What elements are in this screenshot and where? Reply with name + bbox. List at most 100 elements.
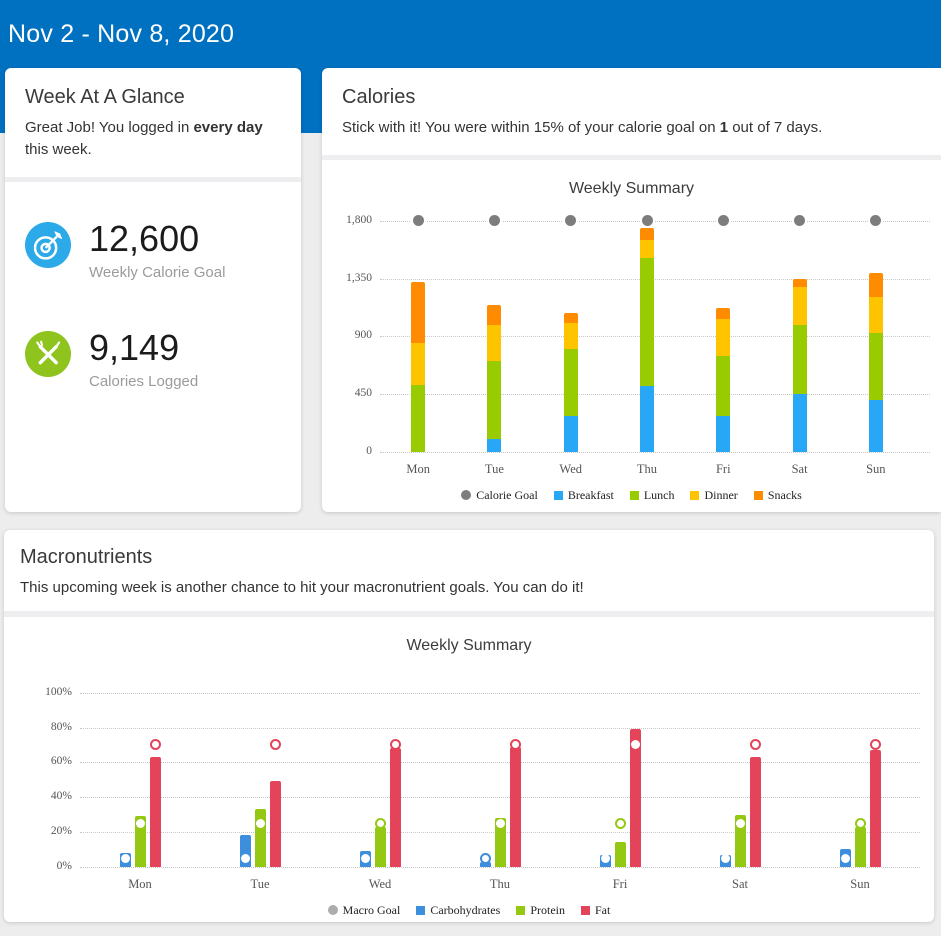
fat-goal-point-sat — [750, 739, 761, 750]
legend-label: Snacks — [768, 488, 802, 503]
legend-label: Fat — [595, 903, 610, 918]
x-axis-label-sun: Sun — [841, 462, 911, 477]
x-axis-label-sat: Sat — [765, 462, 835, 477]
x-axis-label-mon: Mon — [105, 877, 175, 892]
legend-marker-dinner — [690, 491, 699, 500]
x-axis-label-thu: Thu — [612, 462, 682, 477]
legend-item-snacks[interactable]: Snacks — [754, 488, 802, 503]
calories-stacked-bar-chart: 04509001,3501,800MonTueWedThuFriSatSun — [334, 204, 934, 484]
y-axis-tick-label: 1,800 — [334, 214, 372, 226]
legend-marker-fat — [581, 906, 590, 915]
legend-item-carbohydrates[interactable]: Carbohydrates — [416, 903, 500, 918]
y-axis-tick-label: 60% — [18, 755, 72, 767]
macro-card-header: Macronutrients This upcoming week is ano… — [4, 530, 934, 611]
protein-goal-point-sat — [736, 819, 745, 828]
protein-goal-point-thu — [496, 819, 505, 828]
stat-text: 9,149 Calories Logged — [89, 327, 198, 390]
gridline — [80, 728, 920, 729]
calories-card-header: Calories Stick with it! You were within … — [322, 68, 941, 155]
macro-grouped-bar-chart: 0%20%40%60%80%100%MonTueWedThuFriSatSun — [18, 657, 934, 897]
legend-item-breakfast[interactable]: Breakfast — [554, 488, 614, 503]
gridline — [80, 693, 920, 694]
glance-subtitle-bold: every day — [193, 119, 262, 136]
y-axis-tick-label: 40% — [18, 790, 72, 802]
calories-chart-legend: Calorie Goal Breakfast Lunch Dinner Snacks — [322, 488, 941, 503]
calories-subtitle-text: Stick with it! You were within 15% of yo… — [342, 119, 720, 136]
calories-subtitle-text-2: out of 7 days. — [728, 119, 822, 136]
dinner-bar-fri — [716, 319, 730, 356]
macro-subtitle: This upcoming week is another chance to … — [20, 577, 918, 599]
protein-bar-wed — [375, 827, 386, 867]
glance-card-header: Week At A Glance Great Job! You logged i… — [5, 68, 301, 177]
legend-item-macro-goal[interactable]: Macro Goal — [328, 903, 401, 918]
glance-title: Week At A Glance — [25, 86, 281, 109]
x-axis-label-tue: Tue — [225, 877, 295, 892]
gridline — [80, 867, 920, 868]
legend-label: Macro Goal — [343, 903, 401, 918]
weekly-calorie-goal-stat: 12,600 Weekly Calorie Goal — [25, 218, 301, 281]
x-axis-label-thu: Thu — [465, 877, 535, 892]
x-axis-label-wed: Wed — [536, 462, 606, 477]
fat-goal-point-sun — [870, 739, 881, 750]
legend-item-fat[interactable]: Fat — [581, 903, 610, 918]
fat-bar-fri — [630, 729, 641, 866]
protein-bar-tue — [255, 809, 266, 866]
y-axis-tick-label: 900 — [334, 329, 372, 341]
y-axis-tick-label: 20% — [18, 825, 72, 837]
protein-goal-point-mon — [136, 819, 145, 828]
fat-goal-point-tue — [270, 739, 281, 750]
fat-bar-sun — [870, 750, 881, 867]
x-axis-label-sun: Sun — [825, 877, 895, 892]
y-axis-tick-label: 100% — [18, 686, 72, 698]
legend-item-dinner[interactable]: Dinner — [690, 488, 737, 503]
legend-marker-breakfast — [554, 491, 563, 500]
y-axis-tick-label: 450 — [334, 387, 372, 399]
calories-logged-stat: 9,149 Calories Logged — [25, 327, 301, 390]
lunch-bar-tue — [487, 361, 501, 439]
fat-goal-point-wed — [390, 739, 401, 750]
legend-item-protein[interactable]: Protein — [516, 903, 565, 918]
y-axis-tick-label: 80% — [18, 721, 72, 733]
dinner-bar-wed — [564, 323, 578, 349]
calories-subtitle: Stick with it! You were within 15% of yo… — [342, 117, 921, 139]
breakfast-bar-wed — [564, 416, 578, 452]
gridline — [380, 336, 930, 337]
fat-bar-thu — [510, 747, 521, 867]
legend-item-calorie-goal[interactable]: Calorie Goal — [461, 488, 538, 503]
calories-chart-title: Weekly Summary — [322, 178, 941, 200]
legend-label: Breakfast — [568, 488, 614, 503]
legend-label: Lunch — [644, 488, 675, 503]
weekly-calorie-goal-label: Weekly Calorie Goal — [89, 264, 225, 281]
lunch-bar-wed — [564, 349, 578, 416]
gridline — [80, 797, 920, 798]
glance-stats: 12,600 Weekly Calorie Goal — [5, 182, 301, 391]
glance-subtitle-text-2: this week. — [25, 141, 92, 158]
fat-goal-point-fri — [631, 740, 640, 749]
carbohydrates-goal-point-wed — [361, 854, 370, 863]
lunch-bar-thu — [640, 258, 654, 386]
breakfast-bar-fri — [716, 416, 730, 452]
snacks-bar-tue — [487, 305, 501, 325]
weekly-calorie-goal-value: 12,600 — [89, 218, 225, 259]
macronutrients-card: Macronutrients This upcoming week is ano… — [4, 530, 934, 922]
fat-bar-wed — [390, 748, 401, 866]
y-axis-tick-label: 0 — [334, 445, 372, 457]
legend-marker-lunch — [630, 491, 639, 500]
dinner-bar-mon — [411, 343, 425, 385]
calorie-goal-point-sat — [794, 215, 805, 226]
calorie-goal-point-thu — [642, 215, 653, 226]
card-divider — [4, 611, 934, 617]
calorie-goal-point-sun — [870, 215, 881, 226]
calorie-goal-point-wed — [565, 215, 576, 226]
calorie-goal-point-tue — [489, 215, 500, 226]
carbohydrates-goal-point-thu — [480, 853, 491, 864]
snacks-bar-thu — [640, 228, 654, 240]
dinner-bar-thu — [640, 240, 654, 258]
calorie-goal-point-mon — [413, 215, 424, 226]
lunch-bar-mon — [411, 385, 425, 452]
calories-card: Calories Stick with it! You were within … — [322, 68, 941, 512]
gridline — [80, 762, 920, 763]
protein-goal-point-fri — [615, 818, 626, 829]
carbohydrates-goal-point-sat — [721, 854, 730, 863]
legend-item-lunch[interactable]: Lunch — [630, 488, 675, 503]
